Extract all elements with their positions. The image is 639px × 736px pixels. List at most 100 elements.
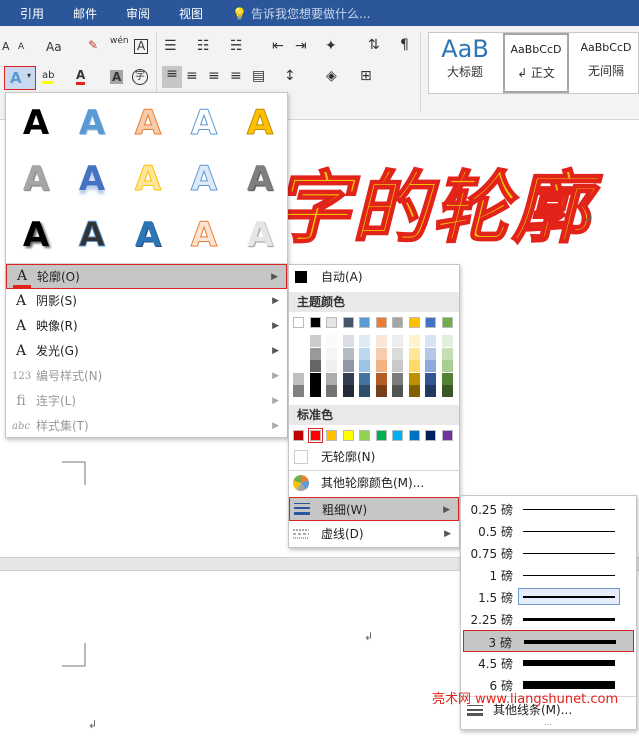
color-swatch[interactable]: [375, 335, 387, 347]
color-swatch[interactable]: [441, 335, 453, 347]
line-spacing-icon[interactable]: ↕: [284, 68, 296, 84]
enclose-char-button[interactable]: 字: [132, 69, 148, 85]
color-swatch[interactable]: [293, 385, 304, 397]
effect-preset[interactable]: A: [240, 215, 280, 255]
bullets-icon[interactable]: ☰: [164, 38, 177, 54]
menu-item-weight[interactable]: 粗细(W) ▶: [289, 497, 459, 521]
color-swatch[interactable]: [441, 317, 453, 328]
effect-preset[interactable]: A: [128, 159, 168, 200]
increase-indent-icon[interactable]: ⇥: [295, 38, 307, 54]
weight-option[interactable]: 2.25 磅: [463, 608, 634, 630]
char-shading-button[interactable]: A: [110, 70, 124, 84]
effect-preset[interactable]: A: [128, 103, 168, 144]
color-swatch[interactable]: [408, 372, 420, 385]
text-effects-button[interactable]: A ▾: [4, 66, 36, 90]
menu-item-glow[interactable]: A 发光(G) ▶: [6, 339, 287, 364]
color-swatch[interactable]: [359, 317, 370, 328]
color-swatch[interactable]: [441, 372, 453, 385]
color-swatch[interactable]: [375, 430, 387, 441]
color-swatch[interactable]: [359, 360, 370, 372]
effect-preset[interactable]: A: [184, 103, 224, 144]
tab-references[interactable]: 引用: [20, 5, 44, 22]
color-swatch[interactable]: [326, 317, 337, 328]
grow-font-button[interactable]: A: [2, 40, 10, 53]
color-swatch[interactable]: [309, 372, 321, 385]
tell-me-box[interactable]: 💡 告诉我您想要做什么...: [232, 5, 370, 22]
color-swatch[interactable]: [326, 347, 337, 360]
color-swatch[interactable]: [375, 317, 387, 328]
effect-preset[interactable]: A: [16, 103, 56, 143]
color-swatch[interactable]: [342, 430, 354, 441]
color-swatch[interactable]: [375, 372, 387, 385]
color-swatch[interactable]: [359, 430, 370, 441]
color-swatch[interactable]: [359, 372, 370, 385]
color-swatch[interactable]: [425, 335, 436, 347]
color-swatch[interactable]: [392, 317, 403, 328]
color-swatch[interactable]: [293, 360, 304, 372]
tab-mailings[interactable]: 邮件: [73, 5, 97, 22]
color-swatch[interactable]: [375, 385, 387, 397]
color-swatch[interactable]: [293, 317, 304, 328]
weight-option[interactable]: 1.5 磅: [463, 586, 634, 608]
color-swatch[interactable]: [293, 347, 304, 360]
color-swatch[interactable]: [392, 430, 403, 441]
color-swatch[interactable]: [392, 360, 403, 372]
color-swatch[interactable]: [309, 317, 321, 328]
effect-preset[interactable]: A: [128, 215, 168, 255]
menu-item-reflection[interactable]: A 映像(R) ▶: [6, 314, 287, 339]
asian-layout-icon[interactable]: ✦: [325, 38, 337, 54]
style-no-spacing[interactable]: AaBbCcD 无间隔: [573, 33, 639, 93]
color-swatch[interactable]: [342, 360, 354, 372]
color-swatch[interactable]: [408, 360, 420, 372]
color-swatch[interactable]: [408, 430, 420, 441]
color-swatch[interactable]: [309, 385, 321, 397]
align-left-icon[interactable]: ≡: [162, 66, 182, 88]
color-swatch[interactable]: [342, 335, 354, 347]
color-swatch[interactable]: [441, 360, 453, 372]
color-swatch[interactable]: [425, 372, 436, 385]
color-swatch[interactable]: [293, 335, 304, 347]
shrink-font-button[interactable]: A: [18, 42, 24, 52]
color-swatch[interactable]: [425, 385, 436, 397]
effect-preset[interactable]: A: [72, 159, 112, 199]
weight-option[interactable]: 1 磅: [463, 564, 634, 586]
color-swatch[interactable]: [309, 347, 321, 360]
justify-icon[interactable]: ≡: [230, 68, 242, 84]
sort-icon[interactable]: ⇅: [368, 37, 380, 53]
menu-item-auto-color[interactable]: 自动(A): [289, 265, 459, 290]
menu-item-stylistic-sets[interactable]: abc 样式集(T) ▶: [6, 414, 287, 439]
color-swatch[interactable]: [309, 360, 321, 372]
color-swatch[interactable]: [359, 385, 370, 397]
tab-view[interactable]: 视图: [179, 5, 203, 22]
weight-option[interactable]: 0.25 磅: [463, 498, 634, 520]
effect-preset[interactable]: A: [16, 159, 56, 199]
font-color-button[interactable]: A: [76, 68, 86, 85]
menu-item-no-outline[interactable]: 无轮廓(N): [289, 445, 459, 470]
color-swatch[interactable]: [326, 335, 337, 347]
phonetic-guide-button[interactable]: wén: [110, 36, 129, 46]
effect-preset[interactable]: A: [72, 103, 112, 143]
color-swatch[interactable]: [392, 347, 403, 360]
clear-format-icon[interactable]: ✎: [88, 38, 98, 52]
show-marks-icon[interactable]: ¶: [400, 37, 409, 53]
weight-option[interactable]: 0.75 磅: [463, 542, 634, 564]
color-swatch[interactable]: [392, 385, 403, 397]
style-title[interactable]: AaB 大标题: [429, 33, 501, 93]
color-swatch[interactable]: [359, 347, 370, 360]
menu-item-number-styles[interactable]: 123 编号样式(N) ▶: [6, 364, 287, 389]
effect-preset[interactable]: A: [16, 215, 56, 255]
multilevel-list-icon[interactable]: ☵: [230, 38, 243, 54]
color-swatch[interactable]: [326, 372, 337, 385]
color-swatch[interactable]: [392, 372, 403, 385]
menu-item-more-colors[interactable]: 其他轮廓颜色(M)...: [289, 471, 459, 496]
decrease-indent-icon[interactable]: ⇤: [272, 38, 284, 54]
color-swatch[interactable]: [441, 347, 453, 360]
color-swatch[interactable]: [342, 317, 354, 328]
color-swatch[interactable]: [342, 347, 354, 360]
color-swatch[interactable]: [375, 360, 387, 372]
distributed-icon[interactable]: ▤: [252, 68, 265, 84]
color-swatch[interactable]: [293, 430, 304, 441]
color-swatch[interactable]: [408, 385, 420, 397]
menu-item-shadow[interactable]: A 阴影(S) ▶: [6, 289, 287, 314]
color-swatch[interactable]: [307, 428, 323, 443]
